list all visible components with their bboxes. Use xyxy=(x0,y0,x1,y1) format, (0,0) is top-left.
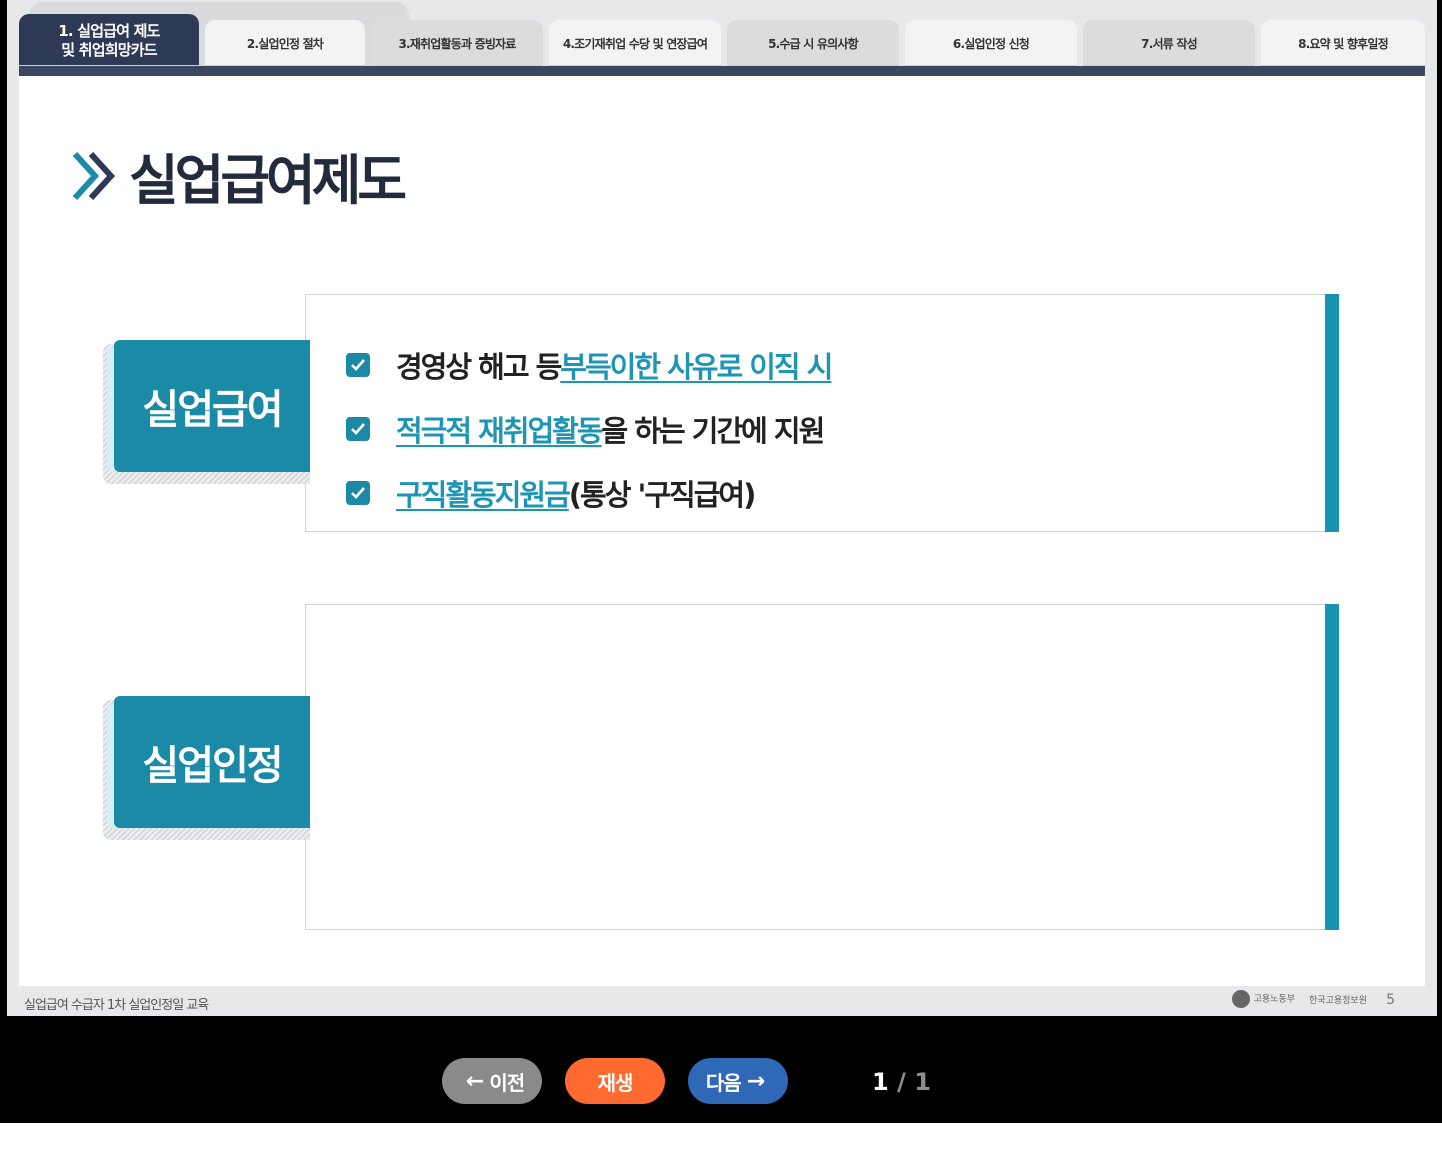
keis-logo: 한국고용정보원 xyxy=(1309,995,1367,1006)
current-page: 1 xyxy=(872,1068,889,1096)
tab-bar: 1. 실업급여 제도 및 취업희망카드 2.실업인정 절차 3.재취업활동과 증… xyxy=(19,0,1437,76)
slide-content: 실업급여제도 실업급여 경영상 해고 등 부득이한 사유로 이직 시 적극적 재… xyxy=(19,76,1425,986)
total-pages: 1 xyxy=(914,1068,931,1096)
benefit-bullets: 경영상 해고 등 부득이한 사유로 이직 시 적극적 재취업활동 을 하는 기간에… xyxy=(346,333,833,525)
bullet-item: 경영상 해고 등 부득이한 사유로 이직 시 xyxy=(346,333,833,397)
section-label-benefit: 실업급여 xyxy=(114,340,310,472)
arrow-right-icon: → xyxy=(746,1068,765,1094)
footer-course-title: 실업급여 수급자 1차 실업인정일 교육 xyxy=(24,998,209,1013)
checkbox-icon xyxy=(346,417,370,441)
bullet-highlight: 구직활동지원금 xyxy=(396,478,571,512)
benefit-box: 경영상 해고 등 부득이한 사유로 이직 시 적극적 재취업활동 을 하는 기간에… xyxy=(305,294,1339,532)
bullet-item: 적극적 재취업활동 을 하는 기간에 지원 xyxy=(346,397,831,461)
slide-footer: 실업급여 수급자 1차 실업인정일 교육 고용노동부 한국고용정보원 5 xyxy=(7,986,1437,1016)
prev-button[interactable]: ← 이전 xyxy=(442,1058,542,1104)
play-button[interactable]: 재생 xyxy=(565,1058,665,1104)
box-accent-bar xyxy=(1325,294,1339,532)
title-area: 실업급여제도 xyxy=(71,136,407,215)
section-label-recognition: 실업인정 xyxy=(114,696,310,828)
tab-underline xyxy=(19,66,1425,76)
bullet-item: 구직활동지원금 (통상 '구직급여) xyxy=(346,461,831,525)
arrow-left-icon: ← xyxy=(465,1068,484,1094)
slide-viewer: 1. 실업급여 제도 및 취업희망카드 2.실업인정 절차 3.재취업활동과 증… xyxy=(0,0,1442,1123)
next-button[interactable]: 다음 → xyxy=(688,1058,788,1104)
next-label: 다음 xyxy=(705,1070,742,1095)
play-label: 재생 xyxy=(597,1070,634,1095)
box-accent-bar xyxy=(1325,604,1339,930)
slide-page-number: 5 xyxy=(1386,992,1395,1008)
tab-1-unemployment-benefit[interactable]: 1. 실업급여 제도 및 취업희망카드 xyxy=(19,14,199,66)
ministry-logo: 고용노동부 xyxy=(1231,990,1295,1008)
checkbox-icon xyxy=(346,353,370,377)
tab-4-early-reemployment[interactable]: 4.조기재취업 수당 및 연장급여 xyxy=(549,20,721,66)
checkbox-icon xyxy=(346,481,370,505)
tab-7-document-writing[interactable]: 7.서류 작성 xyxy=(1083,20,1255,66)
page-title: 실업급여제도 xyxy=(129,149,407,212)
recognition-box xyxy=(305,604,1339,930)
prev-label: 이전 xyxy=(489,1070,525,1095)
tab-2-recognition-procedure[interactable]: 2.실업인정 절차 xyxy=(205,20,365,66)
player-controls: ← 이전 재생 다음 → 1 / 1 xyxy=(0,1016,1442,1123)
tab-8-summary-schedule[interactable]: 8.요약 및 향후일정 xyxy=(1261,20,1425,66)
page-counter: 1 / 1 xyxy=(872,1068,931,1096)
bullet-text: 경영상 해고 등 xyxy=(396,350,562,384)
bullet-highlight: 적극적 재취업활동 xyxy=(396,414,604,448)
slide: 1. 실업급여 제도 및 취업희망카드 2.실업인정 절차 3.재취업활동과 증… xyxy=(7,0,1437,1016)
tab-6-recognition-application[interactable]: 6.실업인정 신청 xyxy=(905,20,1077,66)
footer-logos: 고용노동부 한국고용정보원 xyxy=(1231,990,1367,1008)
bullet-text: 을 하는 기간에 지원 xyxy=(601,414,826,448)
double-chevron-icon xyxy=(72,151,116,200)
bullet-highlight: 부득이한 사유로 이직 시 xyxy=(560,350,833,384)
tab-5-precautions[interactable]: 5.수급 시 유의사항 xyxy=(727,20,899,66)
tab-3-reemployment-activities[interactable]: 3.재취업활동과 증빙자료 xyxy=(371,20,543,66)
ministry-emblem-icon xyxy=(1231,990,1250,1008)
bullet-text: (통상 '구직급여) xyxy=(568,478,757,512)
page-separator: / xyxy=(897,1068,906,1096)
